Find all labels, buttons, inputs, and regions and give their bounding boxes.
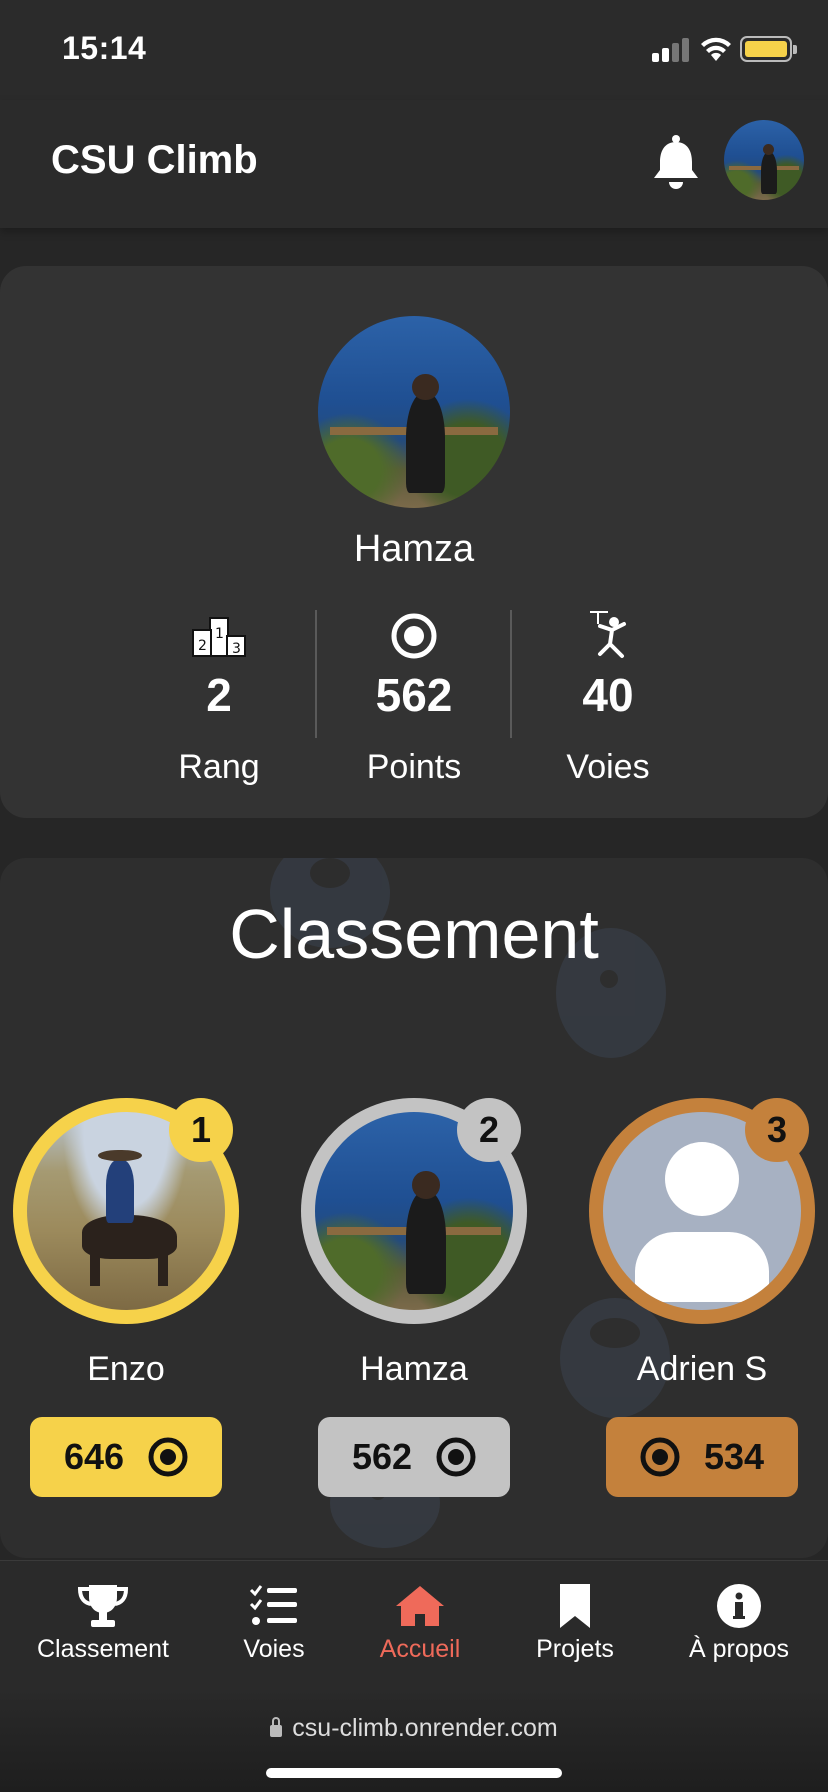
rank-ring: 3 (589, 1098, 815, 1324)
leaderboard-card: Classement 1 Enzo 646 2 Hamza 562 3 Adri… (0, 858, 828, 1558)
rank-ring: 2 (301, 1098, 527, 1324)
score-value: 562 (351, 1436, 413, 1477)
rank-badge: 2 (457, 1098, 521, 1162)
score-pill: 534 (606, 1417, 798, 1497)
nav-label: Classement (37, 1635, 169, 1663)
wifi-icon (701, 37, 731, 61)
nav-label: Voies (243, 1635, 305, 1663)
profile-card: Hamza 1 2 3 2 Rang 562 Points 40 Voies (0, 266, 828, 818)
target-icon (391, 613, 437, 659)
nav-label: Projets (536, 1635, 614, 1663)
podium-icon: 1 2 3 (192, 617, 246, 657)
player-name: Hamza (360, 1350, 468, 1388)
bell-icon[interactable] (650, 134, 702, 190)
svg-text:2: 2 (198, 638, 207, 654)
profile-name: Hamza (353, 528, 475, 570)
nav-item-projets[interactable]: Projets (520, 1581, 630, 1677)
stat-points-label: Points (366, 748, 462, 786)
stat-routes-value: 40 (582, 669, 634, 721)
stat-rank: 1 2 3 2 Rang (122, 606, 316, 787)
app-title: CSU Climb (51, 138, 258, 182)
stat-points-value: 562 (375, 669, 453, 721)
svg-text:1: 1 (215, 626, 224, 642)
stat-points: 562 Points (317, 606, 511, 787)
status-bar: 15:14 (0, 0, 828, 100)
leaderboard-title: Classement (229, 895, 599, 973)
nav-label: Accueil (379, 1635, 461, 1663)
app-header: CSU Climb (0, 100, 828, 228)
nav-item-classement[interactable]: Classement (30, 1581, 176, 1677)
stat-routes-label: Voies (566, 748, 650, 786)
stat-routes: 40 Voies (511, 606, 705, 787)
info-icon (717, 1584, 761, 1628)
trophy-icon (77, 1585, 129, 1627)
home-indicator[interactable] (266, 1768, 562, 1778)
nav-item-voies[interactable]: Voies (214, 1581, 334, 1677)
header-avatar[interactable] (724, 120, 804, 200)
rank-badge: 3 (745, 1098, 809, 1162)
lock-icon (270, 1717, 283, 1737)
browser-url-bar[interactable]: csu-climb.onrender.com (0, 1688, 828, 1792)
target-icon (640, 1437, 680, 1477)
leaderboard-entry-second[interactable]: 2 Hamza 562 (301, 1098, 527, 1497)
target-icon (436, 1437, 476, 1477)
climber-icon (590, 611, 626, 658)
url-text[interactable]: csu-climb.onrender.com (0, 1714, 828, 1743)
score-pill: 562 (318, 1417, 510, 1497)
nav-label: À propos (688, 1635, 790, 1663)
checklist-icon (249, 1585, 297, 1625)
stat-rank-value: 2 (206, 669, 232, 721)
home-icon (396, 1586, 444, 1626)
score-pill: 646 (30, 1417, 222, 1497)
nav-item-a-propos[interactable]: À propos (676, 1581, 802, 1677)
status-time: 15:14 (62, 30, 147, 66)
rank-badge: 1 (169, 1098, 233, 1162)
rank-ring: 1 (13, 1098, 239, 1324)
leaderboard-entry-first[interactable]: 1 Enzo 646 (13, 1098, 239, 1497)
svg-text:3: 3 (232, 641, 241, 657)
score-value: 646 (63, 1436, 125, 1477)
score-value: 534 (703, 1436, 765, 1477)
nav-item-accueil[interactable]: Accueil (364, 1581, 476, 1677)
leaderboard-entry-third[interactable]: 3 Adrien S 534 (589, 1098, 815, 1497)
stat-rank-label: Rang (178, 748, 260, 786)
cellular-signal-icon (652, 38, 692, 62)
target-icon (148, 1437, 188, 1477)
player-name: Enzo (87, 1350, 165, 1388)
bookmark-icon (560, 1584, 590, 1628)
battery-icon (740, 36, 797, 62)
player-name: Adrien S (636, 1350, 768, 1388)
profile-avatar (318, 316, 510, 508)
url-value: csu-climb.onrender.com (292, 1714, 558, 1742)
bottom-nav: Classement Voies Accueil Projets À propo… (0, 1560, 828, 1688)
